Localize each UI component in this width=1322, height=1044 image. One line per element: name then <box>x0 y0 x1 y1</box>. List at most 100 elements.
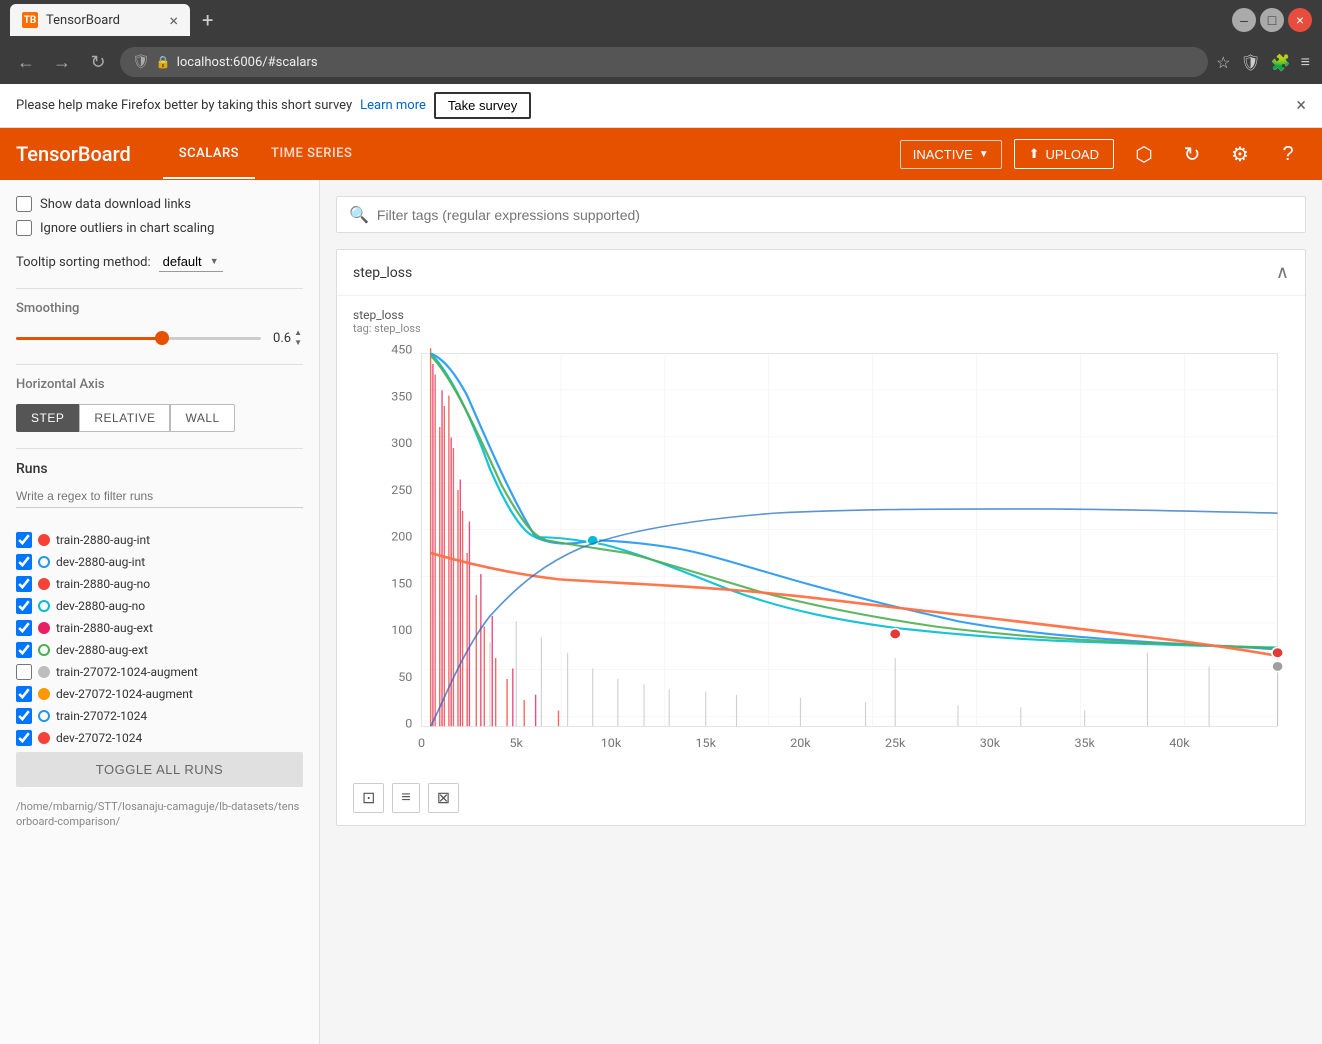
run-name-7: dev-27072-1024-augment <box>56 687 193 701</box>
nav-item-scalars[interactable]: SCALARS <box>163 130 255 179</box>
help-icon-button[interactable]: ? <box>1270 136 1306 172</box>
ignore-outliers-label: Ignore outliers in chart scaling <box>40 221 214 236</box>
smoothing-label: Smoothing <box>16 301 303 316</box>
inactive-dropdown[interactable]: INACTIVE ▼ <box>900 140 1002 169</box>
svg-text:25k: 25k <box>885 737 906 750</box>
run-item-1[interactable]: dev-2880-aug-int <box>16 554 303 570</box>
take-survey-button[interactable]: Take survey <box>434 92 531 119</box>
close-window-button[interactable]: × <box>1288 8 1312 32</box>
forward-button[interactable]: → <box>48 48 76 76</box>
svg-text:450: 450 <box>391 343 412 356</box>
smoothing-down-button[interactable]: ▼ <box>293 338 303 348</box>
refresh-button[interactable]: ↻ <box>84 48 112 76</box>
menu-icon[interactable]: ≡ <box>1301 52 1310 72</box>
toggle-all-runs-button[interactable]: TOGGLE ALL RUNS <box>16 752 303 787</box>
address-bar[interactable]: 🛡 🔒 localhost:6006/#scalars <box>120 47 1208 77</box>
download-chart-button[interactable]: ⊠ <box>428 783 459 813</box>
gray-dot-marker <box>1272 661 1283 672</box>
chart-footer: ⊡ ≡ ⊠ <box>337 775 1305 825</box>
run-name-1: dev-2880-aug-int <box>56 555 145 569</box>
run-name-9: dev-27072-1024 <box>56 731 142 745</box>
run-color-7 <box>38 688 50 700</box>
smoothing-up-button[interactable]: ▲ <box>293 328 303 338</box>
browser-controls: ← → ↻ 🛡 🔒 localhost:6006/#scalars ☆ 🛡 🧩 … <box>0 40 1322 84</box>
run-name-6: train-27072-1024-augment <box>56 665 198 679</box>
browser-frame: TB TensorBoard × + – □ × ← → ↻ 🛡 🔒 local… <box>0 0 1322 1044</box>
chart-header: step_loss ∧ <box>337 250 1305 296</box>
divider-1 <box>16 288 303 289</box>
run-checkbox-6[interactable] <box>16 664 32 680</box>
run-checkbox-5[interactable] <box>16 642 32 658</box>
minimize-button[interactable]: – <box>1232 8 1256 32</box>
plugin-icon-button[interactable]: ⬡ <box>1126 136 1162 172</box>
filter-search-icon: 🔍 <box>349 205 369 224</box>
run-item-9[interactable]: dev-27072-1024 <box>16 730 303 746</box>
close-notification-button[interactable]: × <box>1296 95 1306 116</box>
run-checkbox-4[interactable] <box>16 620 32 636</box>
runs-list: train-2880-aug-int dev-2880-aug-int trai… <box>16 532 303 746</box>
show-download-links-row[interactable]: Show data download links <box>16 196 303 212</box>
close-tab-button[interactable]: × <box>169 11 178 30</box>
learn-more-link[interactable]: Learn more <box>360 98 426 113</box>
upload-button[interactable]: ⬆ UPLOAD <box>1014 139 1114 169</box>
axis-relative-button[interactable]: RELATIVE <box>79 404 170 432</box>
settings-icon-button[interactable]: ⚙ <box>1222 136 1258 172</box>
ignore-outliers-checkbox[interactable] <box>16 220 32 236</box>
back-button[interactable]: ← <box>12 48 40 76</box>
run-item-8[interactable]: train-27072-1024 <box>16 708 303 724</box>
run-item-4[interactable]: train-2880-aug-ext <box>16 620 303 636</box>
axis-section: Horizontal Axis STEP RELATIVE WALL <box>16 377 303 432</box>
extensions-icon[interactable]: 🧩 <box>1271 53 1291 72</box>
runs-section: Runs <box>16 461 303 520</box>
shield2-icon[interactable]: 🛡 <box>1240 53 1260 72</box>
filter-input[interactable] <box>377 207 1293 223</box>
run-item-3[interactable]: dev-2880-aug-no <box>16 598 303 614</box>
run-color-1 <box>38 556 50 568</box>
divider-3 <box>16 448 303 449</box>
run-color-2 <box>38 578 50 590</box>
run-color-9 <box>38 732 50 744</box>
run-item-7[interactable]: dev-27072-1024-augment <box>16 686 303 702</box>
run-checkbox-1[interactable] <box>16 554 32 570</box>
lock-icon: 🔒 <box>156 55 171 69</box>
runs-path: /home/mbarnig/STT/losanaju-camaguje/lb-d… <box>16 799 303 830</box>
run-item-5[interactable]: dev-2880-aug-ext <box>16 642 303 658</box>
run-checkbox-8[interactable] <box>16 708 32 724</box>
nav-item-time-series[interactable]: TIME SERIES <box>255 130 368 179</box>
run-checkbox-0[interactable] <box>16 532 32 548</box>
run-item-0[interactable]: train-2880-aug-int <box>16 532 303 548</box>
runs-filter-input[interactable] <box>16 485 303 508</box>
run-checkbox-7[interactable] <box>16 686 32 702</box>
run-checkbox-9[interactable] <box>16 730 32 746</box>
run-checkbox-3[interactable] <box>16 598 32 614</box>
svg-text:15k: 15k <box>695 737 716 750</box>
axis-wall-button[interactable]: WALL <box>170 404 234 432</box>
run-checkbox-2[interactable] <box>16 576 32 592</box>
runs-title: Runs <box>16 461 303 477</box>
run-item-2[interactable]: train-2880-aug-no <box>16 576 303 592</box>
browser-tab[interactable]: TB TensorBoard × <box>10 4 190 36</box>
expand-chart-button[interactable]: ⊡ <box>353 783 384 813</box>
svg-text:0: 0 <box>418 737 425 750</box>
run-color-6 <box>38 666 50 678</box>
refresh-icon-button[interactable]: ↻ <box>1174 136 1210 172</box>
ignore-outliers-row[interactable]: Ignore outliers in chart scaling <box>16 220 303 236</box>
axis-step-button[interactable]: STEP <box>16 404 79 432</box>
new-tab-button[interactable]: + <box>202 8 213 32</box>
run-color-3 <box>38 600 50 612</box>
chart-collapse-button[interactable]: ∧ <box>1276 262 1289 283</box>
svg-text:50: 50 <box>398 671 412 684</box>
star-icon[interactable]: ☆ <box>1216 53 1230 72</box>
chart-area: 0 50 100 150 200 250 300 350 450 0 <box>353 343 1289 763</box>
tb-nav: SCALARS TIME SERIES <box>163 130 369 179</box>
svg-text:200: 200 <box>391 530 412 543</box>
data-table-button[interactable]: ≡ <box>392 783 419 813</box>
tooltip-select[interactable]: default <box>159 252 223 272</box>
browser-titlebar: TB TensorBoard × + – □ × <box>0 0 1322 40</box>
svg-text:0: 0 <box>405 717 412 730</box>
tooltip-select-wrap[interactable]: default <box>159 252 223 272</box>
show-download-links-checkbox[interactable] <box>16 196 32 212</box>
smoothing-slider[interactable] <box>16 337 261 340</box>
maximize-button[interactable]: □ <box>1260 8 1284 32</box>
run-item-6[interactable]: train-27072-1024-augment <box>16 664 303 680</box>
